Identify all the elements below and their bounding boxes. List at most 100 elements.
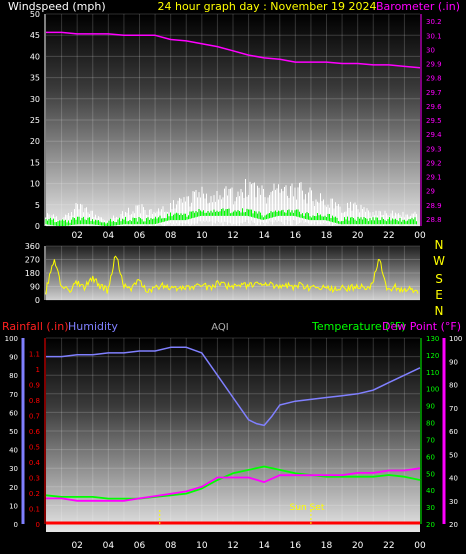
baro-y-tick-label: 29.2 (426, 159, 442, 167)
wind-y-tick-label: 30 (30, 95, 40, 104)
top-x-tick-label: 12 (227, 231, 238, 241)
temp-y-tick-label: 20 (426, 521, 435, 529)
bottom-x-tick-label: 22 (383, 541, 394, 551)
top-x-tick-label: 00 (414, 231, 426, 241)
baro-y-tick-label: 29.7 (426, 89, 442, 97)
wind-y-tick-label: 5 (35, 201, 40, 210)
top-x-tick-label: 06 (134, 231, 146, 241)
rain-y-tick-label: 1 (36, 366, 40, 374)
bottom-x-tick-label: 12 (227, 541, 238, 551)
bottom-x-tick-label: 02 (71, 541, 82, 551)
bottom-x-tick-label: 14 (258, 541, 270, 551)
temp-y-tick-label: 90 (426, 403, 435, 411)
rain-y-tick-label: 1.1 (29, 351, 40, 359)
dir-y-tick-label: 90 (30, 283, 40, 292)
rain-y-tick-label: 0.9 (29, 382, 40, 390)
wind-y-tick-label: 40 (30, 52, 40, 61)
rain-y-tick-label: 0.2 (29, 490, 40, 498)
dew-y-tick-label: 60 (449, 428, 458, 436)
humidity-y-tick-label: 60 (9, 409, 18, 417)
wind-y-tick-label: 0 (35, 222, 40, 231)
sunset-label: Sun Set (290, 503, 325, 513)
baro-y-tick-label: 29.4 (426, 131, 442, 139)
temp-y-tick-label: 50 (426, 470, 435, 478)
dew-y-tick-label: 20 (449, 521, 458, 529)
humidity-y-tick-label: 20 (9, 484, 18, 492)
dew-y-tick-label: 90 (449, 358, 458, 366)
humidity-y-tick-label: 10 (9, 502, 18, 510)
wind-y-tick-label: 45 (30, 31, 40, 40)
dewpoint-axis-label: Dew Point (°F) (382, 320, 461, 333)
temp-y-tick-label: 120 (426, 352, 439, 360)
humidity-y-tick-label: 40 (9, 447, 18, 455)
rain-y-tick-label: 0.4 (29, 459, 41, 467)
top-x-tick-label: 08 (165, 231, 177, 241)
wind-y-tick-label: 35 (30, 74, 40, 83)
wind-axis-label: Windspeed (mph) (8, 0, 106, 13)
temp-y-tick-label: 70 (426, 436, 435, 444)
baro-y-tick-label: 28.8 (426, 216, 442, 224)
weather-graph: Windspeed (mph) 24 hour graph day : Nove… (2, 0, 462, 551)
top-x-tick-label: 22 (383, 231, 394, 241)
dew-y-tick-label: 30 (449, 498, 458, 506)
rainfall-axis-label: Rainfall (.in) (2, 320, 69, 333)
humidity-y-tick-label: 80 (9, 372, 18, 380)
top-x-tick-label: 02 (71, 231, 82, 241)
baro-y-tick-label: 29.3 (426, 145, 442, 153)
dir-y-tick-label: 0 (35, 296, 40, 305)
rain-y-tick-label: 0.3 (29, 475, 40, 483)
bottom-x-tick-label: 16 (290, 541, 302, 551)
rain-y-tick-label: 0.1 (29, 506, 40, 514)
baro-y-tick-label: 29.1 (426, 174, 442, 182)
top-x-tick-label: 14 (258, 231, 270, 241)
barometer-axis-label: Barometer (.in) (376, 0, 460, 13)
compass-s: S (435, 272, 443, 286)
baro-y-tick-label: 29.5 (426, 117, 442, 125)
bottom-x-tick-label: 20 (352, 541, 364, 551)
top-x-tick-label: 20 (352, 231, 364, 241)
graph-title: 24 hour graph day : November 19 2024 (157, 0, 376, 13)
top-x-tick-label: 10 (196, 231, 208, 241)
dew-y-tick-label: 50 (449, 451, 458, 459)
humidity-y-tick-label: 90 (9, 354, 18, 362)
rain-y-tick-label: 0 (36, 521, 40, 529)
temp-y-tick-label: 60 (426, 453, 435, 461)
dew-y-tick-label: 80 (449, 382, 458, 390)
humidity-axis-label: Humidity (68, 320, 118, 333)
bottom-x-tick-label: 08 (165, 541, 177, 551)
dew-y-tick-label: 40 (449, 475, 458, 483)
bottom-x-tick-label: 06 (134, 541, 146, 551)
wind-y-tick-label: 25 (30, 116, 40, 125)
humidity-y-tick-label: 30 (9, 465, 18, 473)
baro-y-tick-label: 29.8 (426, 75, 442, 83)
compass-n-bottom: N (435, 304, 444, 318)
humidity-y-tick-label: 70 (9, 391, 18, 399)
rain-y-tick-label: 0.6 (29, 428, 41, 436)
temp-y-tick-label: 110 (426, 369, 439, 377)
wind-y-tick-label: 10 (30, 180, 40, 189)
top-x-tick-label: 18 (321, 231, 333, 241)
wind-y-tick-label: 50 (30, 10, 40, 19)
baro-y-tick-label: 29.9 (426, 61, 442, 69)
compass-e: E (435, 288, 443, 302)
dir-y-tick-label: 180 (25, 269, 40, 278)
bottom-x-tick-label: 00 (414, 541, 426, 551)
wind-y-tick-label: 20 (30, 137, 40, 146)
baro-y-tick-label: 30 (426, 46, 435, 54)
temp-y-tick-label: 30 (426, 504, 435, 512)
wind-y-tick-label: 15 (30, 158, 40, 167)
bottom-x-tick-label: 04 (103, 541, 115, 551)
dir-y-tick-label: 360 (25, 242, 40, 251)
humidity-y-tick-label: 0 (14, 521, 18, 529)
temp-y-tick-label: 80 (426, 420, 435, 428)
humidity-y-tick-label: 50 (9, 428, 18, 436)
temp-y-tick-label: 100 (426, 386, 439, 394)
dew-y-tick-label: 100 (449, 335, 462, 343)
top-x-tick-label: 04 (103, 231, 115, 241)
baro-y-tick-label: 29.6 (426, 103, 442, 111)
bottom-x-tick-label: 10 (196, 541, 208, 551)
rain-y-tick-label: 0.5 (29, 444, 40, 452)
baro-y-tick-label: 30.1 (426, 32, 442, 40)
dir-y-tick-label: 270 (25, 256, 40, 265)
rain-y-tick-label: 0.8 (29, 397, 40, 405)
